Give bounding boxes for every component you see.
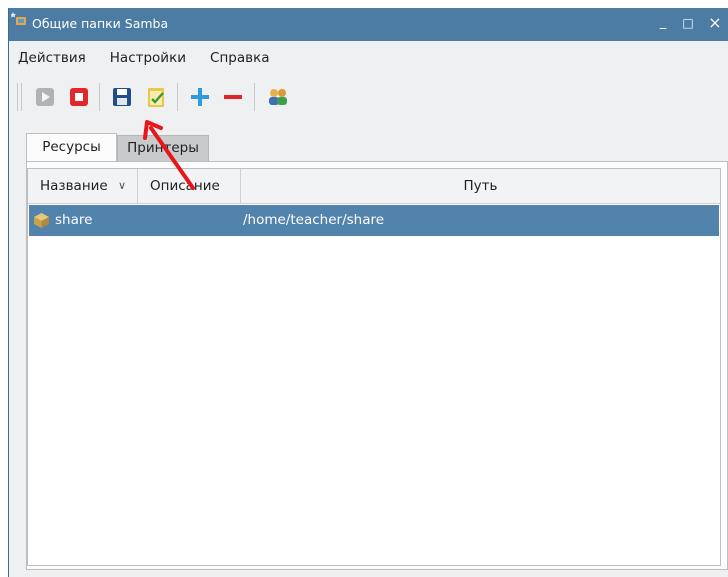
menu-bar: Действия Настройки Справка: [9, 41, 278, 75]
menu-settings[interactable]: Настройки: [94, 50, 194, 66]
menu-actions[interactable]: Действия: [9, 50, 94, 66]
toolbar: [13, 77, 723, 117]
column-header-path[interactable]: Путь: [241, 169, 720, 203]
tab-resources[interactable]: Ресурсы: [26, 133, 117, 161]
toolbar-separator: [254, 83, 255, 111]
edit-apply-icon[interactable]: [142, 83, 170, 111]
sort-chevron-icon: ∨: [118, 179, 127, 192]
stop-service-icon[interactable]: [65, 83, 93, 111]
column-header-name[interactable]: Название ∨: [28, 169, 138, 203]
minimize-button[interactable]: _: [655, 15, 671, 31]
toolbar-separator: [99, 83, 100, 111]
share-package-icon: [34, 213, 49, 228]
tab-printers[interactable]: Принтеры: [117, 135, 209, 161]
table-header: Название ∨ Описание Путь: [28, 169, 720, 204]
column-header-name-label: Название: [40, 178, 108, 194]
table-row[interactable]: share /home/teacher/share: [29, 205, 719, 236]
toolbar-grip[interactable]: [17, 83, 22, 111]
start-service-icon[interactable]: [31, 83, 59, 111]
shares-table: Название ∨ Описание Путь share /home/tea…: [27, 168, 721, 566]
window-title: Общие папки Samba: [32, 16, 169, 31]
maximize-button[interactable]: □: [680, 15, 696, 31]
users-icon[interactable]: [264, 83, 292, 111]
menu-help[interactable]: Справка: [194, 50, 277, 66]
close-button[interactable]: ×: [707, 15, 723, 31]
add-share-icon[interactable]: [186, 83, 214, 111]
samba-app-icon: [11, 12, 26, 25]
samba-shares-window: Общие папки Samba _ □ × Действия Настрой…: [8, 8, 728, 577]
remove-share-icon[interactable]: [219, 83, 247, 111]
share-path: /home/teacher/share: [243, 212, 385, 228]
column-header-description[interactable]: Описание: [138, 169, 241, 203]
resources-panel: Название ∨ Описание Путь share /home/tea…: [26, 161, 728, 570]
save-icon[interactable]: [108, 83, 136, 111]
toolbar-separator: [177, 83, 178, 111]
share-name: share: [55, 212, 93, 228]
title-bar[interactable]: Общие папки Samba _ □ ×: [9, 8, 728, 41]
